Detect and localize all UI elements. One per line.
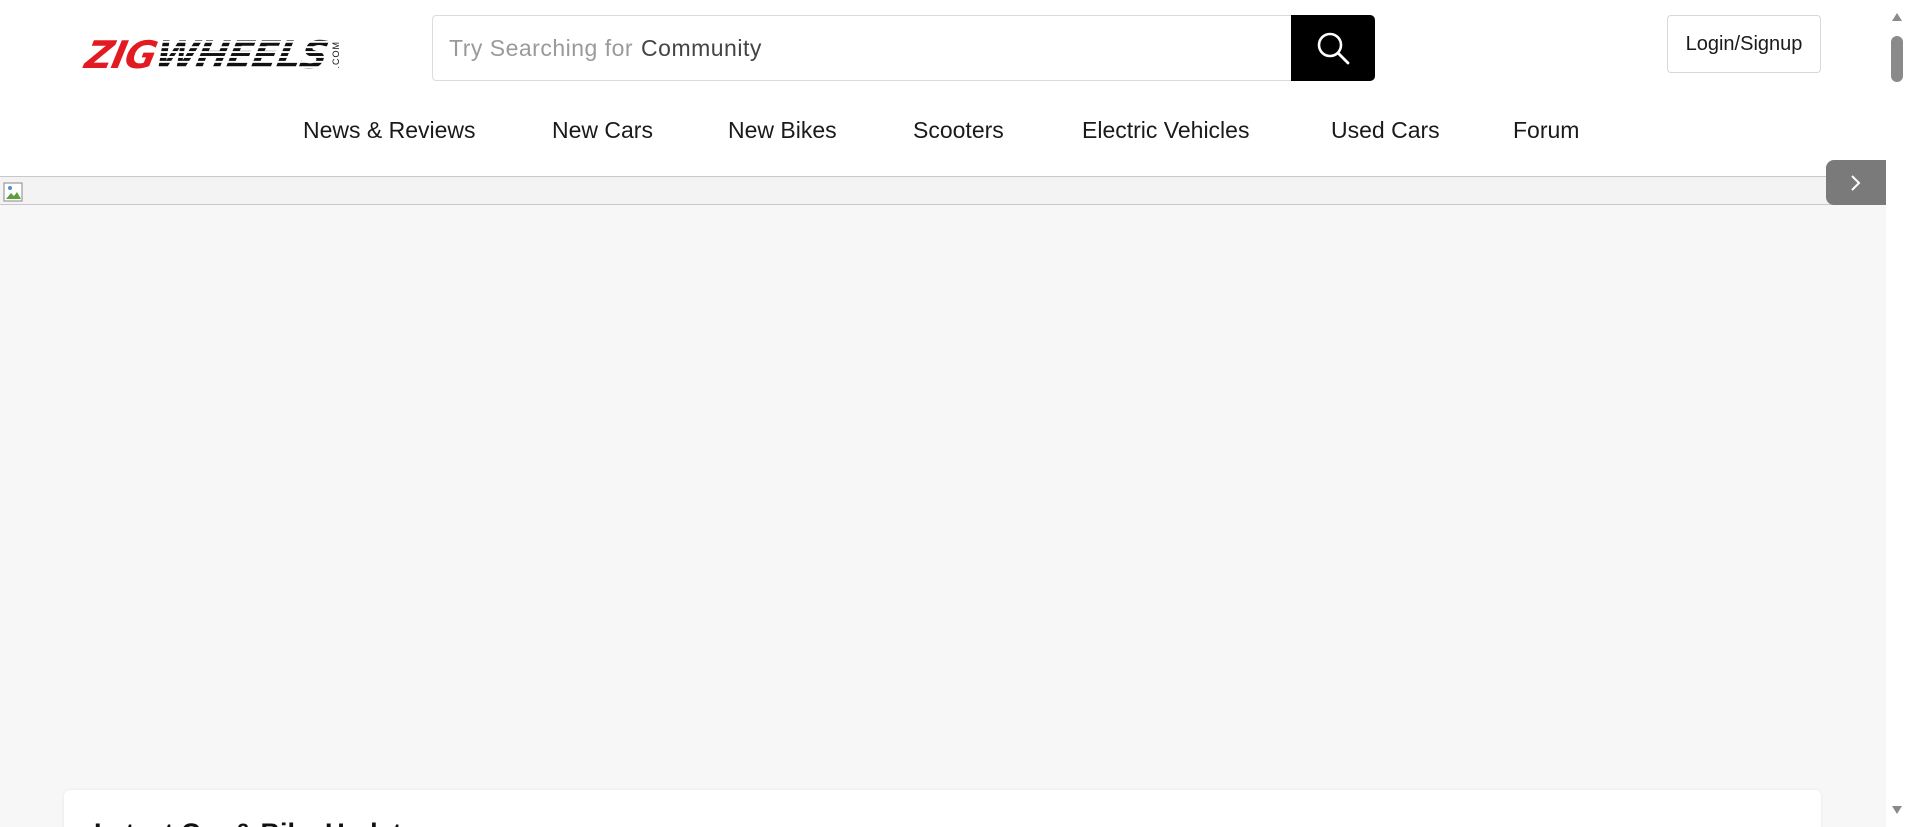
search-placeholder: Try Searching for bbox=[449, 34, 634, 61]
nav-item-electric-vehicles[interactable]: Electric Vehicles bbox=[1082, 108, 1249, 152]
logo-zig-text: ZIG bbox=[81, 33, 161, 77]
search-icon bbox=[1317, 32, 1350, 65]
hero-banner[interactable] bbox=[0, 176, 1886, 205]
banner-next-button[interactable] bbox=[1826, 160, 1886, 205]
nav-item-new-bikes[interactable]: New Bikes bbox=[728, 108, 837, 152]
search-input[interactable]: Try Searching for Community bbox=[433, 16, 1291, 80]
scroll-up-arrow-icon[interactable] bbox=[1891, 12, 1903, 22]
nav-item-news-reviews[interactable]: News & Reviews bbox=[303, 108, 476, 152]
nav-item-forum[interactable]: Forum bbox=[1513, 108, 1579, 152]
site-header: ZIGWHEELS .COM Try Searching for Communi… bbox=[0, 0, 1886, 176]
search-bar: Try Searching for Community bbox=[432, 15, 1375, 81]
zigwheels-logo[interactable]: ZIGWHEELS .COM bbox=[81, 33, 366, 77]
search-button[interactable] bbox=[1291, 15, 1375, 81]
section-title: Latest Car & Bike Updates bbox=[94, 818, 432, 827]
login-signup-button[interactable]: Login/Signup bbox=[1667, 15, 1821, 73]
chevron-right-icon bbox=[1851, 174, 1861, 191]
nav-item-used-cars[interactable]: Used Cars bbox=[1331, 108, 1440, 152]
nav-item-new-cars[interactable]: New Cars bbox=[552, 108, 653, 152]
scroll-down-arrow-icon[interactable] bbox=[1891, 805, 1903, 815]
nav-item-scooters[interactable]: Scooters bbox=[913, 108, 1004, 152]
search-rotating-term: Community bbox=[641, 34, 762, 61]
broken-image-icon bbox=[3, 182, 23, 202]
main-nav: News & Reviews New Cars New Bikes Scoote… bbox=[0, 108, 1886, 152]
scrollbar-thumb[interactable] bbox=[1891, 36, 1903, 82]
logo-wheels-text: WHEELS bbox=[151, 33, 332, 77]
latest-updates-card: Latest Car & Bike Updates bbox=[64, 790, 1821, 827]
page-scrollbar[interactable] bbox=[1886, 0, 1908, 827]
logo-com-text: .COM bbox=[331, 41, 342, 69]
